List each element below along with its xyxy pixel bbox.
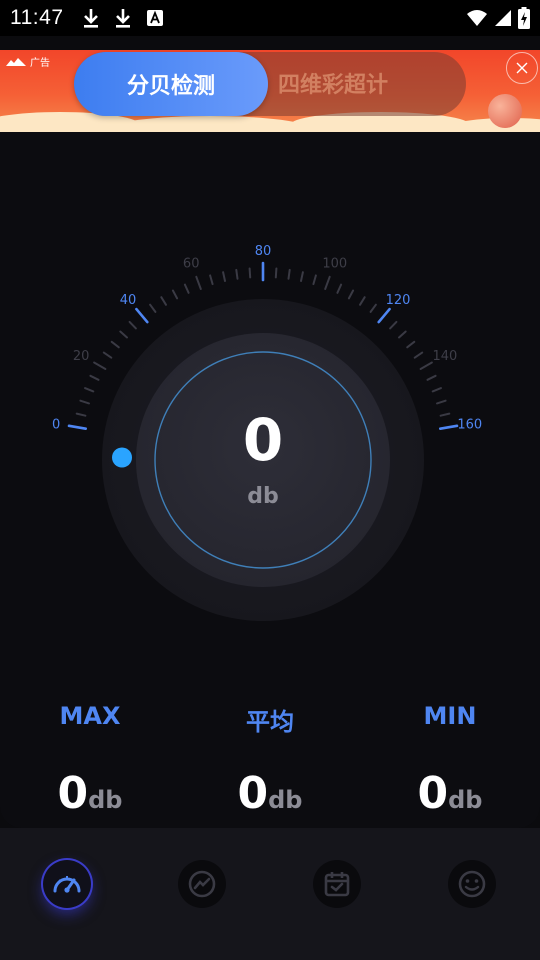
- status-bar: 11:47: [0, 0, 540, 36]
- system-icons: [466, 7, 530, 29]
- ad-tag-text: 广告: [30, 58, 50, 69]
- gauge-tick: [389, 320, 398, 330]
- gauge-tick-label: 60: [183, 257, 200, 272]
- gauge-tick: [110, 340, 120, 349]
- ad-logo-icon: [6, 57, 26, 66]
- status-time: 11:47: [10, 6, 64, 29]
- nav-tab-trend[interactable]: [178, 860, 226, 908]
- font-app-icon: [146, 10, 163, 26]
- gauge-tick: [195, 275, 202, 290]
- gauge-tick: [406, 340, 416, 349]
- gauge-tick: [128, 320, 137, 330]
- gauge-tick: [222, 271, 226, 282]
- stat-max: MAX: [0, 702, 180, 730]
- gauge-tick-label: 140: [432, 349, 457, 364]
- gauge-tick-label: 20: [73, 349, 90, 364]
- gauge-tick: [160, 296, 167, 306]
- gauge-tick: [235, 268, 239, 280]
- gauge-tick: [149, 303, 157, 313]
- gauge-tick: [431, 387, 442, 393]
- gauge-tick: [300, 271, 304, 282]
- ad-secondary-text: 四维彩超计: [278, 73, 389, 98]
- ad-cta-button[interactable]: 分贝检测: [74, 52, 268, 116]
- stat-value: 0: [57, 768, 89, 819]
- stat-value: 0: [417, 768, 449, 819]
- trend-chart-icon: [188, 870, 216, 898]
- stat-unit: db: [448, 786, 483, 814]
- gauge-tick: [359, 296, 366, 306]
- stat-label: 平均: [246, 708, 294, 736]
- nav-tab-history[interactable]: [313, 860, 361, 908]
- battery-charging-icon: [518, 7, 530, 29]
- gauge-tick: [84, 387, 95, 393]
- gauge-tick: [183, 283, 190, 294]
- stat-average: 平均: [180, 702, 360, 737]
- gauge-tick: [347, 289, 355, 300]
- calendar-check-icon: [324, 872, 350, 897]
- ad-banner[interactable]: 广告 四维彩超计 分贝检测: [0, 50, 540, 132]
- gauge-tick: [171, 289, 179, 300]
- gauge-tick: [336, 283, 343, 294]
- speedometer-icon: [53, 876, 81, 893]
- download-icon: [83, 9, 98, 28]
- gauge-tick: [135, 307, 149, 324]
- gauge-tick: [436, 399, 447, 405]
- gauge-tick: [377, 307, 391, 324]
- gauge-tick: [248, 267, 252, 279]
- gauge-tick: [89, 374, 100, 381]
- stat-unit: db: [88, 786, 123, 814]
- gauge-tick-label: 100: [322, 257, 347, 272]
- close-icon: [516, 62, 528, 74]
- ad-ball-decoration: [488, 94, 522, 128]
- wifi-icon: [467, 10, 487, 26]
- current-db-value: 0: [242, 406, 284, 474]
- gauge-tick: [426, 374, 437, 381]
- gauge-tick-label: 80: [255, 244, 272, 259]
- gauge-tick: [274, 267, 278, 279]
- gauge-tick: [413, 351, 424, 359]
- nav-tab-profile[interactable]: [448, 860, 496, 908]
- nav-tab-meter[interactable]: [43, 860, 91, 908]
- gauge-tick: [419, 361, 433, 370]
- signal-icon: [495, 10, 511, 26]
- meter-card: 0 20 40 60 80 100 120 140 160 0 db MAX 平均 MIN 0d…: [0, 132, 540, 828]
- bottom-navigation: [0, 828, 540, 960]
- gauge-tick: [369, 303, 377, 313]
- stat-label: MIN: [423, 702, 477, 730]
- download-icon: [115, 9, 130, 28]
- gauge-tick: [398, 330, 407, 339]
- gauge-tick: [119, 330, 128, 339]
- stat-min: MIN: [360, 702, 540, 730]
- gauge-tick: [324, 275, 331, 290]
- ad-tag: 广告: [6, 54, 50, 69]
- stat-label: MAX: [59, 702, 121, 730]
- gauge-tick-label: 120: [386, 293, 411, 308]
- gauge-tick: [102, 351, 113, 359]
- ad-cloud-decoration: [110, 116, 310, 132]
- stat-average-value: 0db: [180, 768, 360, 819]
- stat-min-value: 0db: [360, 768, 540, 819]
- gauge-tick: [79, 399, 90, 405]
- gauge-tick-label: 40: [120, 293, 137, 308]
- gauge-tick: [209, 274, 214, 286]
- gauge-tick: [312, 274, 317, 286]
- gauge-tick: [287, 268, 291, 280]
- ad-close-button[interactable]: [506, 52, 538, 84]
- smiley-icon: [458, 870, 486, 898]
- notification-icons: [82, 7, 164, 29]
- stat-unit: db: [268, 786, 303, 814]
- stat-value: 0: [237, 768, 269, 819]
- gauge-tick: [93, 361, 107, 370]
- stat-max-value: 0db: [0, 768, 180, 819]
- app-screen: 11:47 广告 四维彩超计 分贝检测 0 20 40 60 80 100 12…: [0, 0, 540, 960]
- current-db-unit: db: [247, 484, 279, 509]
